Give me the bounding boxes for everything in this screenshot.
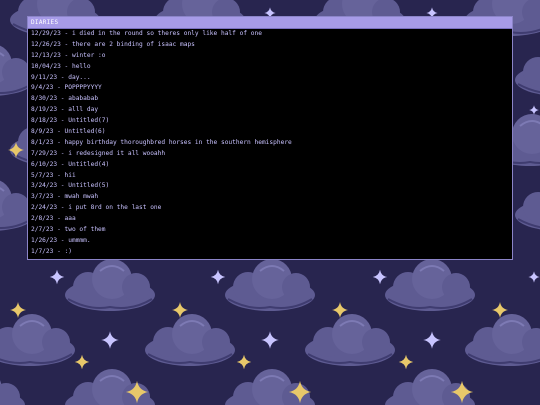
diary-entry-link[interactable]: 6/10/23 - Untitled(4) [28, 160, 512, 171]
diary-entry-link[interactable]: 2/24/23 - i put 8rd on the last one [28, 203, 512, 214]
diary-entry-link[interactable]: 8/18/23 - Untitled(7) [28, 116, 512, 127]
diary-entry-link[interactable]: 12/13/23 - winter :o [28, 51, 512, 62]
diary-entry-link[interactable]: 3/24/23 - Untitled(5) [28, 181, 512, 192]
diary-entry-link[interactable]: 8/9/23 - Untitled(6) [28, 127, 512, 138]
diary-entry-link[interactable]: 2/8/23 - aaa [28, 214, 512, 225]
diary-entry-link[interactable]: 9/4/23 - POPPPPYYYY [28, 83, 512, 94]
diary-entry-link[interactable]: 2/7/23 - two of them [28, 225, 512, 236]
diary-entry-link[interactable]: 8/19/23 - alll day [28, 105, 512, 116]
diary-entry-link[interactable]: 9/11/23 - day... [28, 73, 512, 84]
diary-entry-link[interactable]: 5/7/23 - hii [28, 171, 512, 182]
diaries-panel: DIARIES 12/29/23 - i died in the round s… [27, 16, 513, 260]
diary-entry-link[interactable]: 1/26/23 - ummmm. [28, 236, 512, 247]
diary-entry-link[interactable]: 3/7/23 - mwah mwah [28, 192, 512, 203]
diary-entry-list: 12/29/23 - i died in the round so theres… [28, 29, 512, 258]
diary-entry-link[interactable]: 12/29/23 - i died in the round so theres… [28, 29, 512, 40]
diary-entry-link[interactable]: 10/04/23 - hello [28, 62, 512, 73]
diary-entry-link[interactable]: 8/30/23 - abababab [28, 94, 512, 105]
diary-entry-link[interactable]: 8/1/23 - happy birthday thoroughbred hor… [28, 138, 512, 149]
diary-entry-link[interactable]: 7/29/23 - i redesigned it all wooahh [28, 149, 512, 160]
diary-entry-link[interactable]: 12/26/23 - there are 2 binding of isaac … [28, 40, 512, 51]
diaries-panel-title: DIARIES [28, 17, 512, 29]
diary-entry-link[interactable]: 1/7/23 - :) [28, 247, 512, 258]
